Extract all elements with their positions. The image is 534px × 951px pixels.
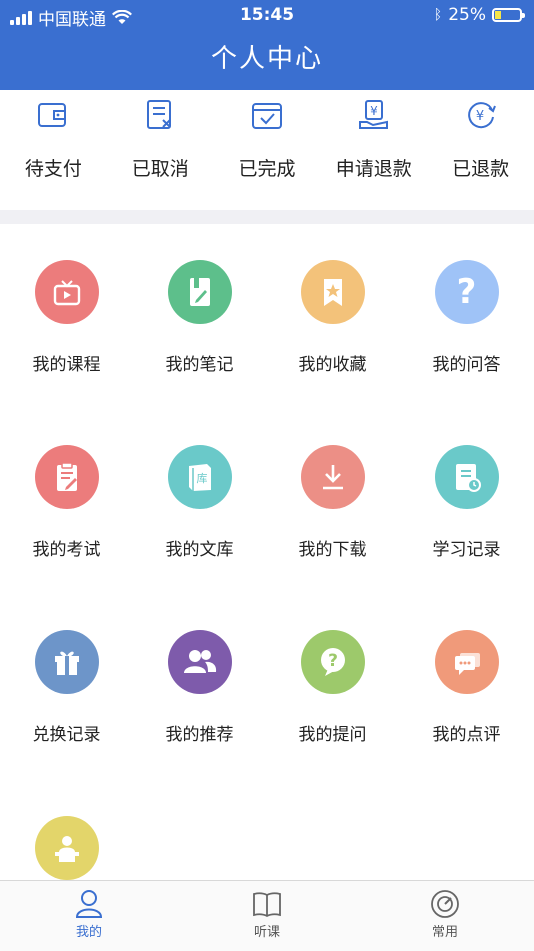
menu-label: 学习记录 xyxy=(432,540,501,560)
header: 中国联通 15:45 ᛒ 25% 个人中心 xyxy=(0,0,534,90)
menu-label: 我的问答 xyxy=(432,355,501,375)
page-title: 个人中心 xyxy=(210,44,323,74)
menu-label: 我的点评 xyxy=(432,725,501,745)
order-status-bar: 待支付 已取消 已完成 ¥ 申请退款 ¥ 已退款 xyxy=(0,92,534,210)
menu-item-study-record[interactable]: 学习记录 xyxy=(400,445,533,560)
library-icon: 库 xyxy=(188,464,211,491)
menu-label: 我的下载 xyxy=(298,540,367,560)
order-label: 待支付 xyxy=(24,158,82,180)
tab-mine[interactable]: 我的 xyxy=(0,881,178,951)
menu-item-library[interactable]: 库 我的文库 xyxy=(133,445,266,560)
menu-icon-bg xyxy=(167,630,232,694)
menu-item-notes[interactable]: 我的笔记 xyxy=(133,260,266,375)
menu-icon-bg xyxy=(34,816,99,880)
bluetooth-icon: ᛒ xyxy=(433,7,443,23)
menu-item-recommend[interactable]: 我的推荐 xyxy=(133,630,266,745)
cancelled-doc-icon xyxy=(147,100,172,129)
menu-item-exams[interactable]: 我的考试 xyxy=(0,445,133,560)
order-label: 已完成 xyxy=(238,158,296,180)
comment-icon xyxy=(454,653,480,675)
svg-text:¥: ¥ xyxy=(475,109,483,124)
svg-text:¥: ¥ xyxy=(370,104,378,118)
battery-percent: 25% xyxy=(448,5,486,25)
users-icon xyxy=(183,650,216,673)
menu-label: 我的提问 xyxy=(298,725,367,745)
tab-common[interactable]: 常用 xyxy=(356,881,534,951)
menu-item-exchange[interactable]: 兑换记录 xyxy=(0,630,133,745)
menu-icon-bg xyxy=(434,630,499,694)
bookmark-star-icon xyxy=(323,279,342,306)
menu-item-favorites[interactable]: 我的收藏 xyxy=(266,260,399,375)
question-icon: ? xyxy=(456,272,477,312)
order-label: 已取消 xyxy=(131,158,189,180)
tab-label: 常用 xyxy=(431,925,458,940)
yuan-refund-icon: ¥ xyxy=(467,102,496,129)
menu-icon-bg xyxy=(34,260,99,324)
menu-icon-bg: 库 xyxy=(167,445,232,509)
book-icon xyxy=(253,892,281,918)
menu-icon-bg: ? xyxy=(434,260,499,324)
menu-icon-bg xyxy=(34,630,99,694)
menu-item-my-questions[interactable]: ? 我的提问 xyxy=(266,630,399,745)
menu-icon-bg xyxy=(434,445,499,509)
menu-label: 我的收藏 xyxy=(298,355,367,375)
gift-icon xyxy=(54,651,79,675)
completed-check-icon xyxy=(251,103,282,129)
download-icon xyxy=(322,465,343,490)
battery-icon xyxy=(492,8,525,22)
menu-item-lecturer[interactable] xyxy=(0,816,133,880)
tab-listen[interactable]: 听课 xyxy=(178,881,356,951)
lecturer-icon xyxy=(54,836,79,862)
order-pending-payment[interactable]: 待支付 xyxy=(0,92,107,210)
user-icon xyxy=(75,890,103,918)
refund-hand-icon: ¥ xyxy=(358,100,388,129)
dashboard-icon xyxy=(431,890,459,918)
order-refunded[interactable]: ¥ 已退款 xyxy=(427,92,534,210)
note-icon xyxy=(189,278,210,306)
menu-label: 我的考试 xyxy=(32,540,101,560)
order-label: 申请退款 xyxy=(335,158,412,180)
tab-label: 听课 xyxy=(253,925,280,940)
tab-bar: 我的 听课 常用 xyxy=(0,880,534,951)
menu-icon-bg: ? xyxy=(300,630,365,694)
tab-label: 我的 xyxy=(75,925,102,940)
menu-item-reviews[interactable]: 我的点评 xyxy=(400,630,533,745)
menu-label: 兑换记录 xyxy=(32,725,101,745)
menu-icon-bg xyxy=(300,445,365,509)
order-label: 已退款 xyxy=(452,158,510,180)
wallet-icon xyxy=(38,103,67,127)
menu-label: 我的推荐 xyxy=(165,725,234,745)
menu-label: 我的笔记 xyxy=(165,355,234,375)
menu-label: 我的课程 xyxy=(32,355,101,375)
menu-label: 我的文库 xyxy=(165,540,234,560)
menu-icon-bg xyxy=(300,260,365,324)
study-record-icon xyxy=(455,464,481,492)
exam-icon xyxy=(56,462,77,491)
menu-icon-bg xyxy=(167,260,232,324)
menu-icon-bg xyxy=(34,445,99,509)
ask-bubble-icon: ? xyxy=(320,648,345,676)
svg-text:?: ? xyxy=(328,651,338,671)
order-completed[interactable]: 已完成 xyxy=(214,92,321,210)
menu-item-downloads[interactable]: 我的下载 xyxy=(266,445,399,560)
svg-text:库: 库 xyxy=(196,472,207,485)
section-divider xyxy=(0,210,534,224)
menu-item-courses[interactable]: 我的课程 xyxy=(0,260,133,375)
tv-icon xyxy=(53,280,80,306)
status-bar: 中国联通 15:45 ᛒ 25% xyxy=(0,0,534,32)
order-cancelled[interactable]: 已取消 xyxy=(107,92,214,210)
order-refund-request[interactable]: ¥ 申请退款 xyxy=(320,92,427,210)
menu-item-qa[interactable]: ? 我的问答 xyxy=(400,260,533,375)
